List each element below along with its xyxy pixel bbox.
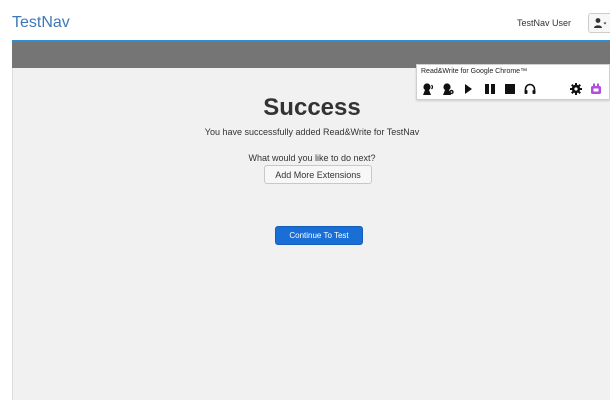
user-icon [593,18,606,28]
testnav-logo: TestNav [12,14,70,31]
read-write-toolbar-title: Read&Write for Google Chrome™ [421,68,528,75]
add-more-extensions-button[interactable]: Add More Extensions [264,165,372,184]
user-menu-button[interactable] [588,13,610,33]
speaker-user-icon[interactable] [421,82,435,96]
top-bar: TestNav TestNav User [0,0,610,41]
user-name-label: TestNav User [516,18,571,28]
success-message: You have successfully added Read&Write f… [204,127,420,137]
speaker-gear-icon[interactable] [441,82,455,96]
next-step-question: What would you like to do next? [248,153,376,163]
headphones-icon[interactable] [523,82,537,96]
continue-to-test-button[interactable]: Continue To Test [275,226,363,245]
read-write-icon-row [419,80,609,98]
purple-app-icon[interactable] [589,82,603,96]
play-icon[interactable] [461,82,475,96]
pause-icon[interactable] [483,82,497,96]
stop-icon[interactable] [503,82,517,96]
settings-icon[interactable] [569,82,583,96]
main-content: Success You have successfully added Read… [12,68,610,400]
read-write-toolbar: Read&Write for Google Chrome™ [416,64,610,100]
